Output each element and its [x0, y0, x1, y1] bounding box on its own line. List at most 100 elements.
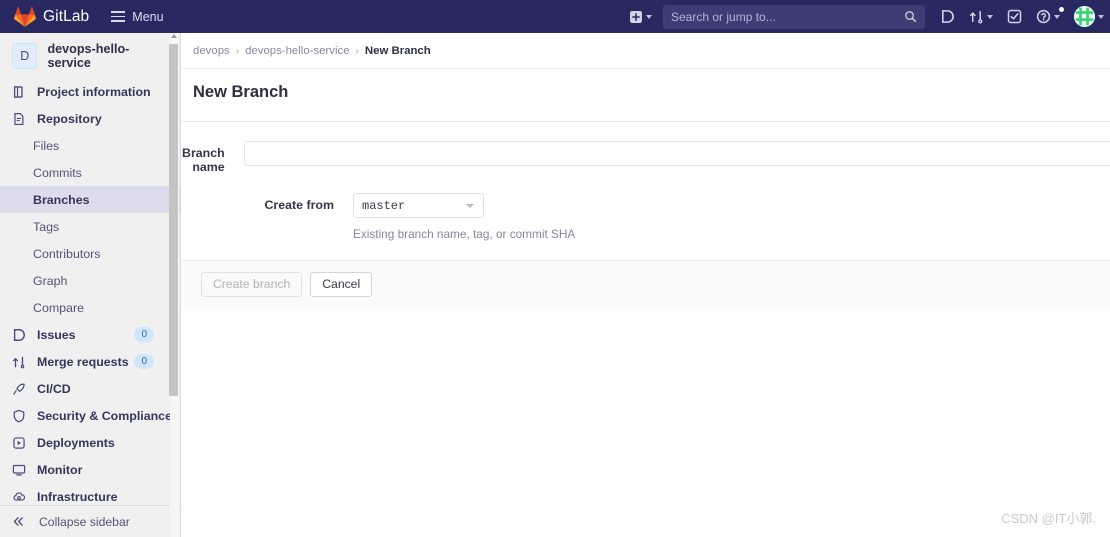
breadcrumb-item-group[interactable]: devops	[193, 45, 230, 57]
topbar-right-group: Search or jump to...	[622, 0, 1110, 33]
page-title: New Branch	[193, 83, 289, 101]
sidebar-item-label: Contributors	[33, 246, 101, 261]
sidebar-item-label: Compare	[33, 300, 84, 315]
sidebar-item-branches[interactable]: Branches	[0, 186, 180, 213]
issues-button[interactable]	[933, 0, 962, 33]
search-placeholder: Search or jump to...	[671, 9, 776, 24]
create-from-help-text: Existing branch name, tag, or commit SHA	[353, 227, 576, 241]
sidebar-item-label: Branches	[33, 192, 90, 207]
rocket-icon	[12, 382, 29, 396]
create-from-label: Create from	[264, 198, 334, 212]
project-sidebar: D devops-hello-service Project informati…	[0, 33, 181, 537]
project-name: devops-hello-service	[47, 41, 130, 70]
top-navigation-bar: GitLab Menu Search or jump to...	[0, 0, 1110, 33]
chevron-down-icon	[646, 14, 652, 19]
branch-name-label: Branch name	[182, 146, 225, 174]
sidebar-item-monitor[interactable]: Monitor	[0, 456, 180, 483]
notification-dot-icon	[1059, 7, 1064, 12]
sidebar-project-header[interactable]: D devops-hello-service	[0, 33, 180, 78]
create-from-dropdown[interactable]: master	[353, 193, 484, 218]
collapse-sidebar-button[interactable]: Collapse sidebar	[0, 505, 181, 537]
search-icon	[905, 10, 917, 22]
sidebar-scrollbar[interactable]	[169, 33, 179, 537]
sidebar-item-merge-requests[interactable]: Merge requests 0	[0, 348, 180, 375]
breadcrumb-item-project[interactable]: devops-hello-service	[245, 45, 349, 57]
branch-name-field-wrap	[243, 141, 1110, 166]
sidebar-item-contributors[interactable]: Contributors	[0, 240, 180, 267]
shield-icon	[12, 409, 29, 423]
help-button[interactable]	[1029, 0, 1067, 33]
plus-square-icon	[630, 10, 642, 23]
project-avatar: D	[12, 42, 38, 69]
user-menu-button[interactable]	[1067, 0, 1110, 33]
todo-checkmark-icon	[1007, 9, 1022, 24]
sidebar-item-label: Files	[33, 138, 60, 153]
gitlab-new-branch-page: GitLab Menu Search or jump to... D devop…	[0, 0, 1110, 537]
form-actions: Create branch Cancel	[182, 260, 1110, 307]
repository-doc-icon	[12, 112, 29, 126]
sidebar-item-project-information[interactable]: Project information	[0, 78, 180, 105]
scroll-up-arrow-icon[interactable]	[171, 34, 177, 38]
sidebar-item-graph[interactable]: Graph	[0, 267, 180, 294]
sidebar-item-security-compliance[interactable]: Security & Compliance	[0, 402, 180, 429]
sidebar-scrollbar-thumb[interactable]	[169, 44, 178, 396]
deployments-icon	[12, 436, 29, 450]
main-content: devops › devops-hello-service › New Bran…	[182, 33, 1110, 537]
monitor-icon	[12, 463, 29, 477]
sidebar-item-label: Security & Compliance	[37, 408, 172, 423]
collapse-sidebar-label: Collapse sidebar	[39, 514, 130, 529]
brand-name: GitLab	[43, 7, 90, 25]
issues-count-badge: 0	[134, 327, 154, 342]
sidebar-item-label: Project information	[37, 84, 151, 99]
sidebar-item-tags[interactable]: Tags	[0, 213, 180, 240]
issues-icon	[942, 10, 954, 23]
menu-label: Menu	[132, 9, 164, 24]
sidebar-item-label: Monitor	[37, 462, 83, 477]
create-from-field-wrap: master Existing branch name, tag, or com…	[353, 193, 1110, 241]
sidebar-item-compare[interactable]: Compare	[0, 294, 180, 321]
issues-icon	[12, 328, 29, 342]
sidebar-item-label: Commits	[33, 165, 82, 180]
todos-button[interactable]	[1000, 0, 1029, 33]
breadcrumb-item-current: New Branch	[364, 45, 431, 57]
sidebar-item-files[interactable]: Files	[0, 132, 180, 159]
sidebar-item-issues[interactable]: Issues 0	[0, 321, 180, 348]
sidebar-item-commits[interactable]: Commits	[0, 159, 180, 186]
merge-requests-count-badge: 0	[134, 354, 154, 369]
chevron-down-icon	[987, 14, 993, 19]
sidebar-item-repository[interactable]: Repository	[0, 105, 180, 132]
sidebar-item-deployments[interactable]: Deployments	[0, 429, 180, 456]
search-input[interactable]: Search or jump to...	[663, 4, 925, 29]
cloud-infrastructure-icon	[12, 490, 29, 504]
sidebar-nav-list: Project information Repository Files Com…	[0, 78, 180, 510]
gitlab-fox-logo[interactable]	[14, 6, 36, 28]
breadcrumb-separator: ›	[235, 45, 240, 57]
create-branch-button[interactable]: Create branch	[201, 271, 303, 297]
create-new-button[interactable]	[622, 0, 659, 33]
sidebar-item-cicd[interactable]: CI/CD	[0, 375, 180, 402]
merge-request-icon	[969, 10, 983, 24]
chevron-down-icon	[466, 203, 474, 208]
user-avatar	[1074, 6, 1095, 27]
project-information-icon	[12, 85, 29, 99]
sidebar-item-label: Infrastructure	[37, 489, 118, 504]
sidebar-item-label: Deployments	[37, 435, 115, 450]
create-from-value: master	[362, 198, 406, 213]
new-branch-form: Branch name Create from master Existing …	[182, 121, 1110, 307]
sidebar-item-label: Repository	[37, 111, 102, 126]
chevron-down-icon	[1098, 14, 1104, 19]
chevron-down-icon	[1054, 14, 1060, 19]
merge-requests-button[interactable]	[962, 0, 1000, 33]
double-chevron-left-icon	[13, 517, 23, 526]
sidebar-item-label: CI/CD	[37, 381, 71, 396]
breadcrumb: devops › devops-hello-service › New Bran…	[182, 33, 1110, 57]
branch-name-row: Branch name	[182, 122, 1110, 174]
branch-name-input[interactable]	[243, 141, 1110, 166]
sidebar-item-label: Graph	[33, 273, 68, 288]
sidebar-item-label: Issues	[37, 327, 76, 342]
watermark: CSDN @IT小郭.	[1001, 511, 1096, 526]
main-menu-button[interactable]: Menu	[111, 9, 164, 24]
merge-request-icon	[12, 355, 29, 369]
cancel-button[interactable]: Cancel	[310, 271, 373, 297]
hamburger-icon	[111, 11, 126, 22]
